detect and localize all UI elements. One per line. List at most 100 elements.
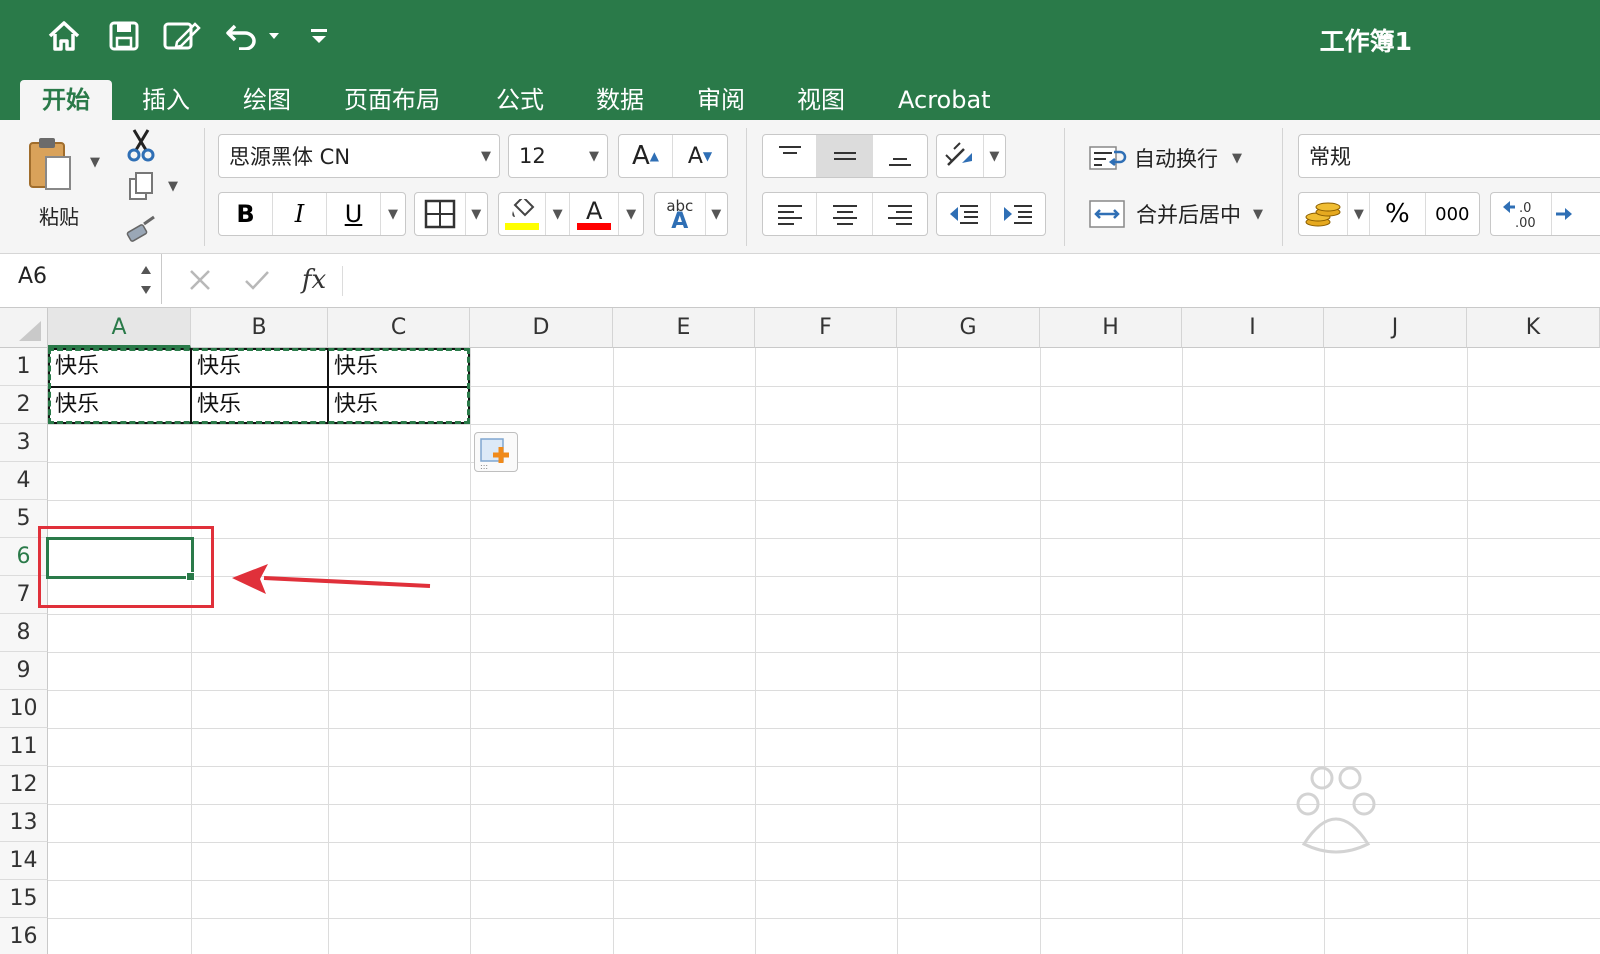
tab-home[interactable]: 开始 xyxy=(20,80,112,120)
gridline xyxy=(613,348,614,954)
merge-center-button[interactable]: 合并后居中 ▼ xyxy=(1088,194,1278,234)
tab-page-layout[interactable]: 页面布局 xyxy=(322,80,462,120)
borders-button-group: ▼ xyxy=(414,192,488,236)
ribbon-home: ▼ 粘贴 ▼ 思源黑体 CN ▼ 12 ▼ A ▲ A ▼ B I U ▼ ▼ … xyxy=(0,120,1600,254)
increase-font-size-button[interactable]: A ▲ xyxy=(619,135,674,177)
tab-review[interactable]: 审阅 xyxy=(675,80,767,120)
paste-label[interactable]: 粘贴 xyxy=(26,200,92,230)
baidu-watermark-logo xyxy=(1296,766,1376,854)
row-header-14[interactable]: 14 xyxy=(0,842,48,880)
row-header-11[interactable]: 11 xyxy=(0,728,48,766)
increase-indent-icon[interactable] xyxy=(991,193,1045,235)
align-top-icon[interactable] xyxy=(763,135,818,177)
phonetic-guide-icon[interactable]: abc A xyxy=(655,193,706,235)
gridline xyxy=(48,538,1600,539)
row-header-9[interactable]: 9 xyxy=(0,652,48,690)
spreadsheet-grid: A B C D E F G H I J K 1 2 3 4 5 6 7 8 9 … xyxy=(0,308,1600,954)
paste-dropdown-icon[interactable]: ▼ xyxy=(86,152,104,172)
ribbon-separator xyxy=(746,128,747,246)
decrease-font-size-button[interactable]: A ▼ xyxy=(673,135,727,177)
column-header-b[interactable]: B xyxy=(191,308,328,348)
italic-button[interactable]: I xyxy=(273,193,327,235)
row-header-12[interactable]: 12 xyxy=(0,766,48,804)
chevron-down-icon: ▼ xyxy=(1232,150,1242,166)
format-painter-icon[interactable] xyxy=(122,212,160,246)
row-header-1[interactable]: 1 xyxy=(0,348,48,386)
gridline xyxy=(48,424,1600,425)
row-header-15[interactable]: 15 xyxy=(0,880,48,918)
customize-toolbar-icon[interactable] xyxy=(306,16,332,56)
orientation-dropdown-icon[interactable]: ▼ xyxy=(984,135,1005,177)
column-header-j[interactable]: J xyxy=(1324,308,1467,348)
fill-color-dropdown-icon[interactable]: ▼ xyxy=(546,193,571,235)
tab-insert[interactable]: 插入 xyxy=(120,80,212,120)
row-header-4[interactable]: 4 xyxy=(0,462,48,500)
percent-style-button[interactable]: % xyxy=(1370,193,1426,235)
column-header-i[interactable]: I xyxy=(1182,308,1324,348)
decrease-indent-icon[interactable] xyxy=(937,193,992,235)
paste-icon[interactable] xyxy=(22,132,78,196)
save-icon[interactable] xyxy=(104,16,144,56)
underline-dropdown-icon[interactable]: ▼ xyxy=(381,193,405,235)
fill-color-icon[interactable] xyxy=(499,193,547,235)
copy-icon[interactable] xyxy=(124,168,158,204)
align-left-icon[interactable] xyxy=(763,193,818,235)
formula-input[interactable] xyxy=(352,258,1592,302)
undo-dropdown-icon[interactable] xyxy=(264,16,284,56)
font-color-dropdown-icon[interactable]: ▼ xyxy=(619,193,643,235)
name-box[interactable]: A6 xyxy=(0,254,162,304)
borders-icon[interactable] xyxy=(415,193,466,235)
row-header-10[interactable]: 10 xyxy=(0,690,48,728)
column-header-h[interactable]: H xyxy=(1040,308,1182,348)
column-header-k[interactable]: K xyxy=(1467,308,1600,348)
accounting-format-icon[interactable] xyxy=(1299,193,1349,235)
align-right-icon[interactable] xyxy=(873,193,927,235)
tab-view[interactable]: 视图 xyxy=(775,80,867,120)
align-middle-icon[interactable] xyxy=(817,135,873,177)
align-center-icon[interactable] xyxy=(817,193,873,235)
cut-icon[interactable] xyxy=(124,126,158,164)
select-all-button[interactable] xyxy=(0,308,48,348)
bold-button[interactable]: B xyxy=(219,193,273,235)
cancel-entry-icon[interactable] xyxy=(184,264,216,296)
column-header-g[interactable]: G xyxy=(897,308,1040,348)
phonetic-dropdown-icon[interactable]: ▼ xyxy=(706,193,727,235)
font-color-icon[interactable]: A xyxy=(570,193,620,235)
column-header-a[interactable]: A xyxy=(48,308,191,348)
tab-acrobat[interactable]: Acrobat xyxy=(876,80,1013,120)
row-header-13[interactable]: 13 xyxy=(0,804,48,842)
copy-dropdown-icon[interactable]: ▼ xyxy=(164,176,182,196)
paste-options-button[interactable]: ::: xyxy=(474,432,518,472)
home-icon[interactable] xyxy=(44,16,84,56)
decrease-decimal-icon[interactable] xyxy=(1552,193,1600,235)
row-header-8[interactable]: 8 xyxy=(0,614,48,652)
column-header-f[interactable]: F xyxy=(755,308,897,348)
insert-function-button[interactable]: fx xyxy=(294,262,334,298)
number-format-select[interactable]: 常规 xyxy=(1298,134,1600,178)
tab-data[interactable]: 数据 xyxy=(574,80,666,120)
gridline xyxy=(328,348,329,954)
column-header-c[interactable]: C xyxy=(328,308,470,348)
wrap-text-button[interactable]: 自动换行 ▼ xyxy=(1088,138,1268,178)
borders-dropdown-icon[interactable]: ▼ xyxy=(466,193,487,235)
comma-style-button[interactable]: 000 xyxy=(1426,193,1479,235)
save-edit-icon[interactable] xyxy=(160,16,204,56)
font-size-select[interactable]: 12 ▼ xyxy=(508,134,608,178)
confirm-entry-icon[interactable] xyxy=(240,264,274,296)
accounting-dropdown-icon[interactable]: ▼ xyxy=(1348,193,1371,235)
tab-formulas[interactable]: 公式 xyxy=(474,80,566,120)
text-orientation-icon[interactable] xyxy=(937,135,984,177)
column-header-d[interactable]: D xyxy=(470,308,613,348)
merge-center-label: 合并后居中 xyxy=(1136,203,1241,227)
row-header-2[interactable]: 2 xyxy=(0,386,48,424)
underline-button[interactable]: U xyxy=(327,193,381,235)
undo-icon[interactable] xyxy=(222,16,262,56)
column-header-e[interactable]: E xyxy=(613,308,755,348)
gridline xyxy=(755,348,756,954)
row-header-3[interactable]: 3 xyxy=(0,424,48,462)
increase-decimal-icon[interactable]: .0.00 xyxy=(1491,193,1553,235)
tab-draw[interactable]: 绘图 xyxy=(221,80,313,120)
row-header-16[interactable]: 16 xyxy=(0,918,48,954)
align-bottom-icon[interactable] xyxy=(873,135,927,177)
font-name-select[interactable]: 思源黑体 CN ▼ xyxy=(218,134,500,178)
